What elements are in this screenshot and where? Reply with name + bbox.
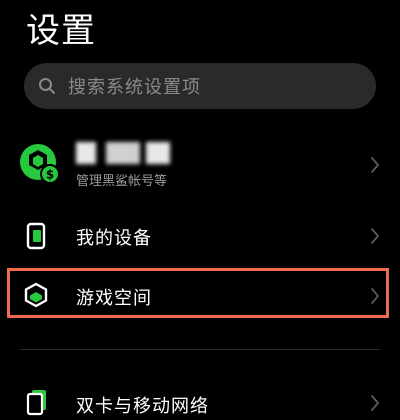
chevron-right-icon bbox=[370, 394, 380, 416]
account-avatar-icon: $ bbox=[20, 142, 60, 190]
account-name-redacted bbox=[146, 142, 170, 164]
sim-card-icon bbox=[26, 388, 48, 420]
search-placeholder: 搜索系统设置项 bbox=[68, 77, 201, 98]
phone-device-icon bbox=[26, 222, 46, 254]
chevron-right-icon bbox=[370, 227, 380, 249]
search-bar[interactable]: 搜索系统设置项 bbox=[24, 63, 376, 109]
search-icon bbox=[38, 77, 56, 95]
menu-item-sim-network[interactable]: 双卡与移动网络 bbox=[0, 380, 400, 419]
page-title: 设置 bbox=[26, 11, 96, 51]
account-subtitle: 管理黑鲨帐号等 bbox=[76, 174, 168, 189]
account-row[interactable]: $ 管理黑鲨帐号等 bbox=[0, 130, 400, 202]
highlight-box bbox=[7, 268, 389, 318]
menu-item-my-device[interactable]: 我的设备 bbox=[0, 212, 400, 260]
account-name-redacted bbox=[76, 142, 96, 164]
chevron-right-icon bbox=[370, 156, 380, 178]
divider bbox=[20, 349, 380, 350]
account-name-redacted bbox=[106, 142, 140, 164]
menu-item-label: 双卡与移动网络 bbox=[76, 396, 209, 417]
svg-text:$: $ bbox=[46, 168, 54, 182]
menu-item-label: 我的设备 bbox=[76, 228, 152, 249]
